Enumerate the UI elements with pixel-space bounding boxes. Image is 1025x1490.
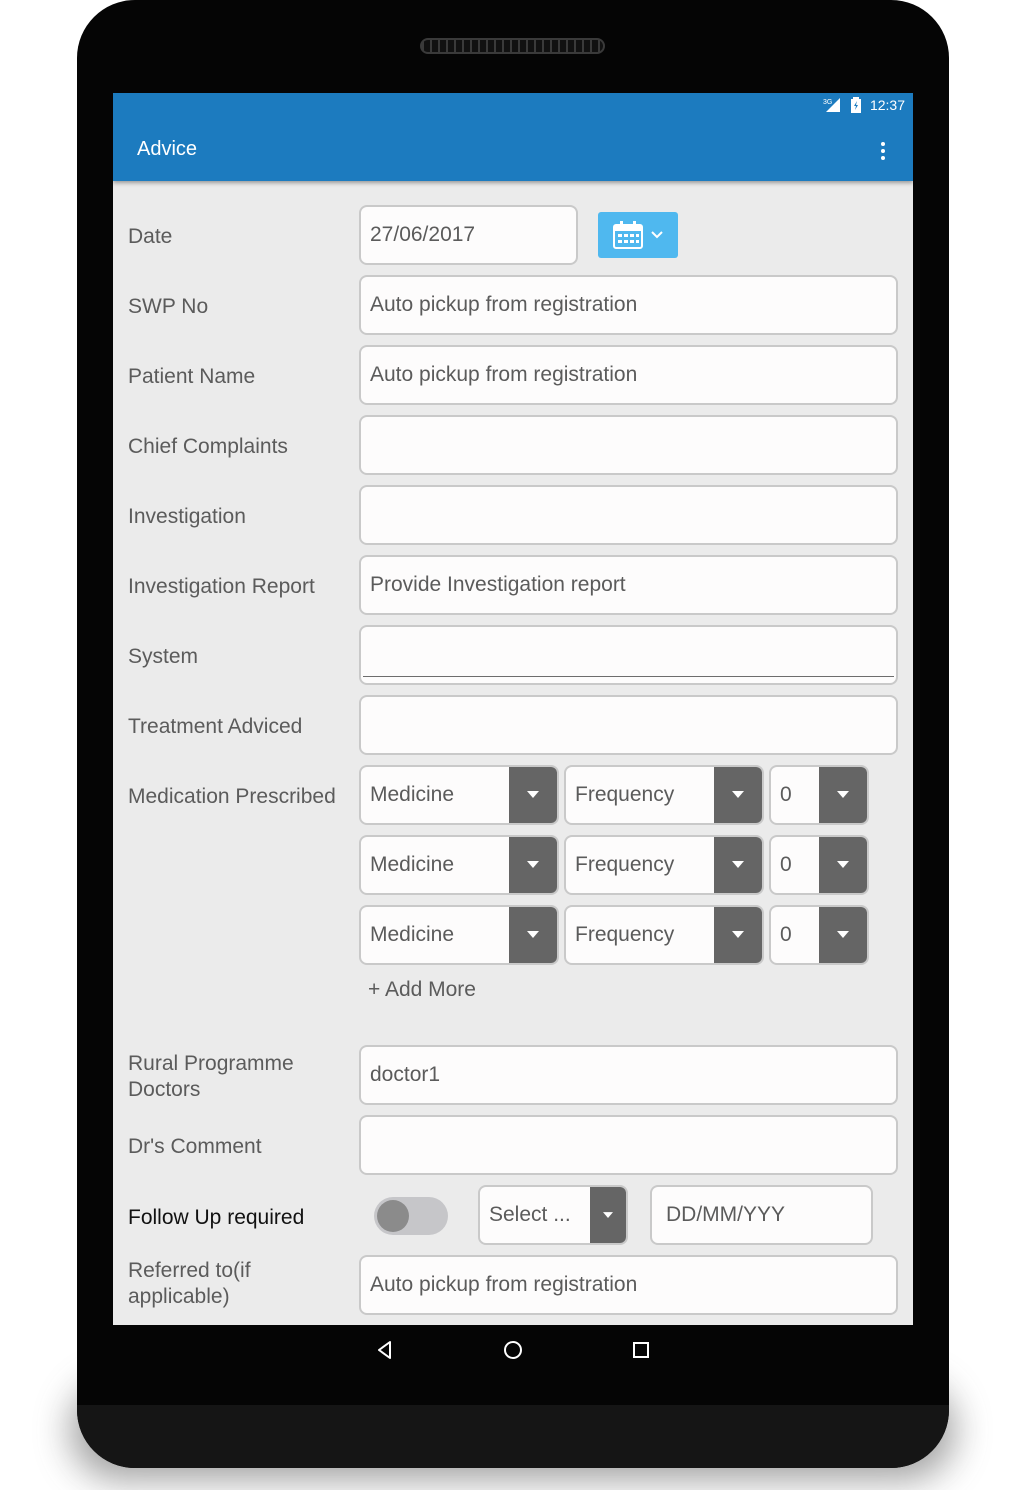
- referred-to-label: Referred to(if applicable): [128, 1259, 251, 1308]
- swp-no-placeholder: Auto pickup from registration: [370, 293, 638, 316]
- app-screen: 3G 12:37 Advice Date 27/06/2017 SWP No A…: [113, 93, 913, 1325]
- rural-doctors-value: doctor1: [370, 1063, 441, 1086]
- speaker-grille: [420, 38, 605, 54]
- dr-comment-field[interactable]: [359, 1115, 898, 1175]
- recents-icon[interactable]: [630, 1339, 652, 1361]
- dropdown-arrow-icon: [819, 907, 867, 963]
- medicine-select[interactable]: Medicine: [359, 765, 559, 825]
- signal-icon: 3G: [823, 98, 840, 112]
- medicine-select[interactable]: Medicine: [359, 905, 559, 965]
- status-time: 12:37: [869, 97, 905, 113]
- quantity-select[interactable]: 0: [769, 835, 869, 895]
- tablet-chin: [77, 1405, 949, 1468]
- chief-complaints-label: Chief Complaints: [128, 435, 288, 458]
- swp-no-field[interactable]: Auto pickup from registration: [359, 275, 898, 335]
- follow-up-date-field[interactable]: DD/MM/YYY: [650, 1185, 873, 1245]
- more-vert-icon[interactable]: [871, 139, 895, 163]
- investigation-label: Investigation: [128, 505, 246, 528]
- investigation-report-placeholder: Provide Investigation report: [370, 573, 626, 596]
- calendar-icon: [613, 221, 643, 249]
- frequency-select-value: Frequency: [575, 923, 675, 946]
- investigation-report-label: Investigation Report: [128, 575, 315, 598]
- frequency-select-value: Frequency: [575, 853, 675, 876]
- system-label: System: [128, 645, 199, 668]
- frequency-select[interactable]: Frequency: [564, 765, 764, 825]
- follow-up-select[interactable]: Select ...: [478, 1185, 628, 1245]
- dropdown-arrow-icon: [509, 837, 557, 893]
- dropdown-arrow-icon: [714, 907, 762, 963]
- medication-prescribed-label: Medication Prescribed: [128, 785, 336, 808]
- follow-up-label: Follow Up required: [128, 1206, 305, 1229]
- frequency-select[interactable]: Frequency: [564, 835, 764, 895]
- dr-comment-label: Dr's Comment: [128, 1135, 262, 1158]
- frequency-select[interactable]: Frequency: [564, 905, 764, 965]
- frequency-select-value: Frequency: [575, 783, 675, 806]
- quantity-select[interactable]: 0: [769, 905, 869, 965]
- svg-text:3G: 3G: [823, 99, 832, 106]
- follow-up-toggle[interactable]: [374, 1197, 448, 1235]
- treatment-adviced-label: Treatment Adviced: [128, 715, 303, 738]
- chief-complaints-field[interactable]: [359, 415, 898, 475]
- rural-doctors-field[interactable]: doctor1: [359, 1045, 898, 1105]
- medicine-select-value: Medicine: [370, 853, 455, 876]
- referred-to-field[interactable]: Auto pickup from registration: [359, 1255, 898, 1315]
- patient-name-field[interactable]: Auto pickup from registration: [359, 345, 898, 405]
- dropdown-arrow-icon: [590, 1187, 626, 1243]
- dropdown-arrow-icon: [819, 767, 867, 823]
- dropdown-arrow-icon: [714, 767, 762, 823]
- add-more-button[interactable]: + Add More: [368, 978, 476, 1002]
- medicine-select-value: Medicine: [370, 783, 455, 806]
- date-label: Date: [128, 225, 173, 248]
- toggle-knob: [377, 1200, 409, 1232]
- quantity-select-value: 0: [780, 923, 792, 946]
- investigation-field[interactable]: [359, 485, 898, 545]
- date-field[interactable]: 27/06/2017: [359, 205, 578, 265]
- swp-no-label: SWP No: [128, 295, 209, 318]
- status-icons: 3G: [817, 97, 861, 113]
- system-field[interactable]: [359, 625, 898, 685]
- patient-name-label: Patient Name: [128, 365, 256, 388]
- battery-icon: [851, 97, 861, 113]
- medicine-select[interactable]: Medicine: [359, 835, 559, 895]
- medicine-select-value: Medicine: [370, 923, 455, 946]
- quantity-select[interactable]: 0: [769, 765, 869, 825]
- rural-doctors-label: Rural Programme Doctors: [128, 1052, 294, 1101]
- calendar-button[interactable]: [598, 212, 678, 258]
- follow-up-select-value: Select ...: [489, 1203, 571, 1226]
- dropdown-arrow-icon: [714, 837, 762, 893]
- date-value: 27/06/2017: [370, 223, 476, 246]
- patient-name-placeholder: Auto pickup from registration: [370, 363, 638, 386]
- app-bar: 3G 12:37 Advice: [113, 93, 913, 181]
- chevron-down-icon: [651, 231, 663, 239]
- quantity-select-value: 0: [780, 853, 792, 876]
- home-icon[interactable]: [502, 1339, 524, 1361]
- quantity-select-value: 0: [780, 783, 792, 806]
- treatment-adviced-field[interactable]: [359, 695, 898, 755]
- referred-to-placeholder: Auto pickup from registration: [370, 1273, 638, 1296]
- follow-up-date-placeholder: DD/MM/YYY: [666, 1203, 786, 1226]
- dropdown-arrow-icon: [509, 907, 557, 963]
- investigation-report-field[interactable]: Provide Investigation report: [359, 555, 898, 615]
- dropdown-arrow-icon: [819, 837, 867, 893]
- back-icon[interactable]: [374, 1339, 396, 1361]
- navigation-bar: [77, 1325, 949, 1375]
- dropdown-arrow-icon: [509, 767, 557, 823]
- page-title: Advice: [137, 138, 198, 160]
